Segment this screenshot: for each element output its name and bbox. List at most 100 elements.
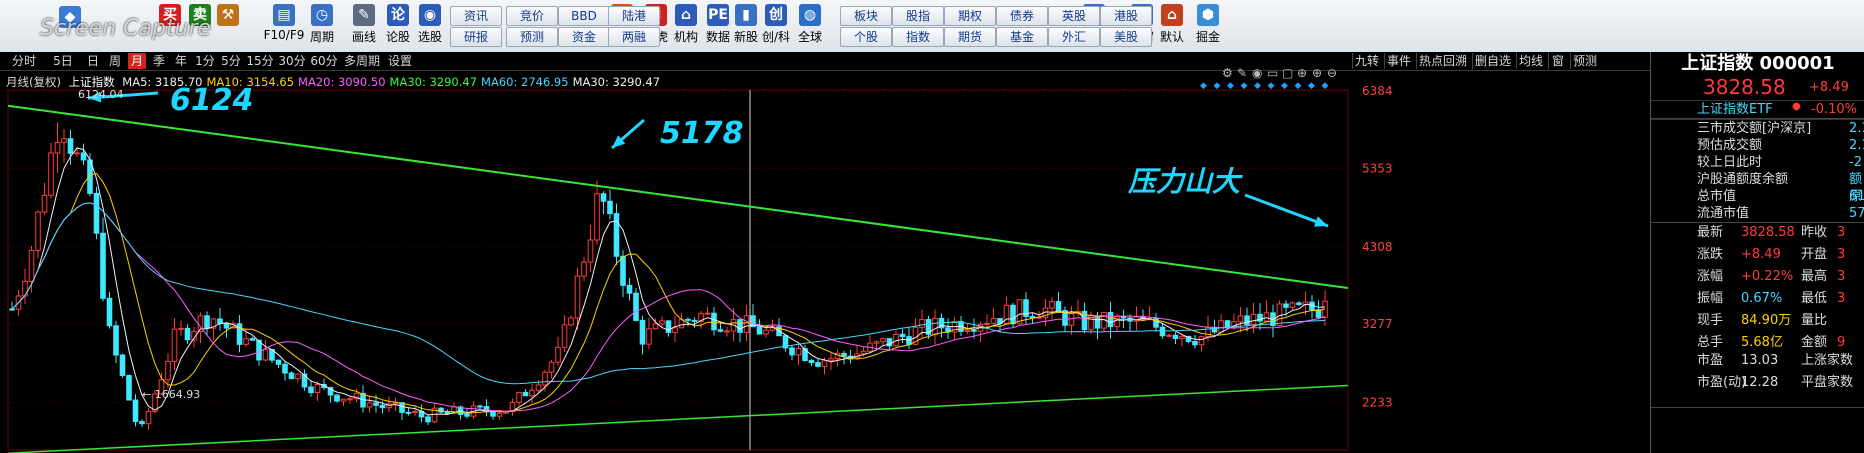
candle-body — [613, 213, 620, 257]
candle-body — [1010, 304, 1016, 325]
diamond-marker-icon: ◆ — [1281, 81, 1288, 91]
quote-value: 84.90万 — [1741, 313, 1792, 328]
diamond-marker-icon: ◆ — [1254, 81, 1261, 91]
candle-body — [165, 360, 171, 381]
candle-body — [1107, 311, 1114, 328]
quote-label-2: 量比 — [1801, 313, 1828, 328]
candle-body — [763, 329, 769, 335]
quote-title: 上证指数 000001 — [1681, 53, 1835, 74]
candle-body — [756, 326, 763, 335]
quote-value: 13.03 — [1741, 353, 1779, 368]
candle-body — [106, 297, 113, 327]
candle-body — [516, 391, 522, 403]
candle-body — [464, 413, 470, 417]
candle-body — [899, 333, 906, 338]
candle-body — [626, 284, 633, 294]
quote-label: 振幅 — [1697, 291, 1724, 306]
quote-label: 总手 — [1697, 335, 1724, 350]
y-tick-label: 2233 — [1362, 396, 1393, 410]
quote-label: 最新 — [1697, 225, 1724, 240]
etf-name[interactable]: 上证指数ETF — [1697, 101, 1773, 119]
candle-body — [529, 389, 535, 397]
candle-body — [1218, 320, 1224, 333]
zoom-out-icon[interactable]: ⊖ — [1327, 66, 1337, 80]
candle-body — [1120, 316, 1127, 319]
candle-body — [41, 194, 48, 213]
candle-body — [126, 374, 132, 401]
candle-body — [405, 411, 412, 414]
kline-chart[interactable]: 6384 5353 4308 3277 2233 6124 5178 压力山大 6124.04 ←… — [0, 0, 1650, 453]
candle-body — [821, 360, 828, 367]
candle-body — [1250, 313, 1257, 325]
y-tick-label: 5353 — [1362, 162, 1393, 176]
candle-body — [964, 329, 971, 332]
candle-body — [574, 275, 581, 319]
quote-row: 涨跌 +8.49 开盘 3 — [1651, 246, 1864, 263]
candle-body — [1237, 315, 1244, 323]
candle-body — [646, 328, 652, 345]
candle-body — [113, 325, 119, 356]
diamond-marker-icon: ◆ — [1308, 81, 1315, 91]
quote-label: 现手 — [1697, 313, 1724, 328]
candle-body — [282, 363, 288, 374]
zoom-in-icon[interactable]: ⊕ — [1312, 66, 1322, 80]
etf-row[interactable]: 上证指数ETF ● -0.10% — [1651, 100, 1864, 120]
candle-body — [1166, 334, 1172, 337]
candle-body — [568, 317, 574, 326]
candle-body — [67, 138, 74, 154]
candle-body — [600, 193, 607, 202]
candle-body — [743, 315, 750, 333]
candle-body — [860, 350, 867, 355]
candle-body — [249, 338, 256, 341]
candle-body — [204, 315, 210, 329]
quote-row: 涨幅 +0.22% 最高 3 — [1651, 268, 1864, 285]
y-tick-label: 4308 — [1362, 240, 1393, 254]
candle-body — [984, 322, 990, 325]
market-info-row: 三市成交额[沪深京] 2.1 — [1651, 120, 1864, 137]
print-icon[interactable]: ▭ — [1267, 66, 1278, 80]
diamond-marker-icon: ◆ — [1322, 81, 1329, 91]
candle-body — [119, 354, 126, 376]
candle-body — [789, 347, 795, 356]
info-label: 三市成交额[沪深京] — [1697, 121, 1812, 136]
candle-body — [919, 319, 925, 328]
eye-icon[interactable]: ◉ — [1252, 66, 1262, 80]
candle-body — [1055, 301, 1062, 312]
candle-body — [399, 402, 405, 413]
candle-body — [340, 398, 347, 402]
candle-body — [1224, 320, 1231, 329]
quote-label-2: 金额 — [1801, 335, 1828, 350]
peak-value-label: 6124.04 — [78, 88, 124, 101]
candle-body — [594, 193, 600, 241]
candle-body — [80, 152, 87, 161]
candle-body — [145, 410, 152, 425]
candle-body — [132, 399, 139, 423]
candle-body — [308, 386, 314, 394]
candle-body — [1296, 302, 1302, 305]
candle-body — [1263, 312, 1270, 322]
annotation-label: 5178 — [660, 116, 744, 151]
candle-body — [652, 323, 659, 330]
candle-body — [347, 398, 353, 401]
candle-body — [522, 391, 529, 397]
candle-body — [535, 384, 542, 391]
settings-icon[interactable]: ⚙ — [1222, 66, 1233, 80]
quote-label-2: 开盘 — [1801, 247, 1828, 262]
candle-body — [477, 405, 483, 408]
adjust-icon[interactable]: ⊕ — [1297, 66, 1307, 80]
info-label: 预估成交额 — [1697, 138, 1763, 153]
candle-body — [178, 327, 184, 330]
info-label: 沪股通额度余额 — [1697, 172, 1789, 187]
pen-icon[interactable]: ✎ — [1237, 66, 1247, 80]
lock-icon[interactable]: ▢ — [1282, 66, 1293, 80]
candle-body — [620, 255, 626, 286]
quote-row: 市盈(动) 12.28 平盘家数 — [1651, 374, 1864, 391]
candle-body — [711, 312, 717, 331]
candle-body — [1159, 326, 1166, 337]
candle-body — [587, 239, 594, 263]
candle-body — [639, 319, 646, 345]
candle-body — [373, 402, 379, 406]
etf-dot: ● — [1792, 101, 1801, 112]
market-info-row: 较上日此时 -2 — [1651, 154, 1864, 171]
market-info-row: 预估成交额 2.1 — [1651, 137, 1864, 154]
